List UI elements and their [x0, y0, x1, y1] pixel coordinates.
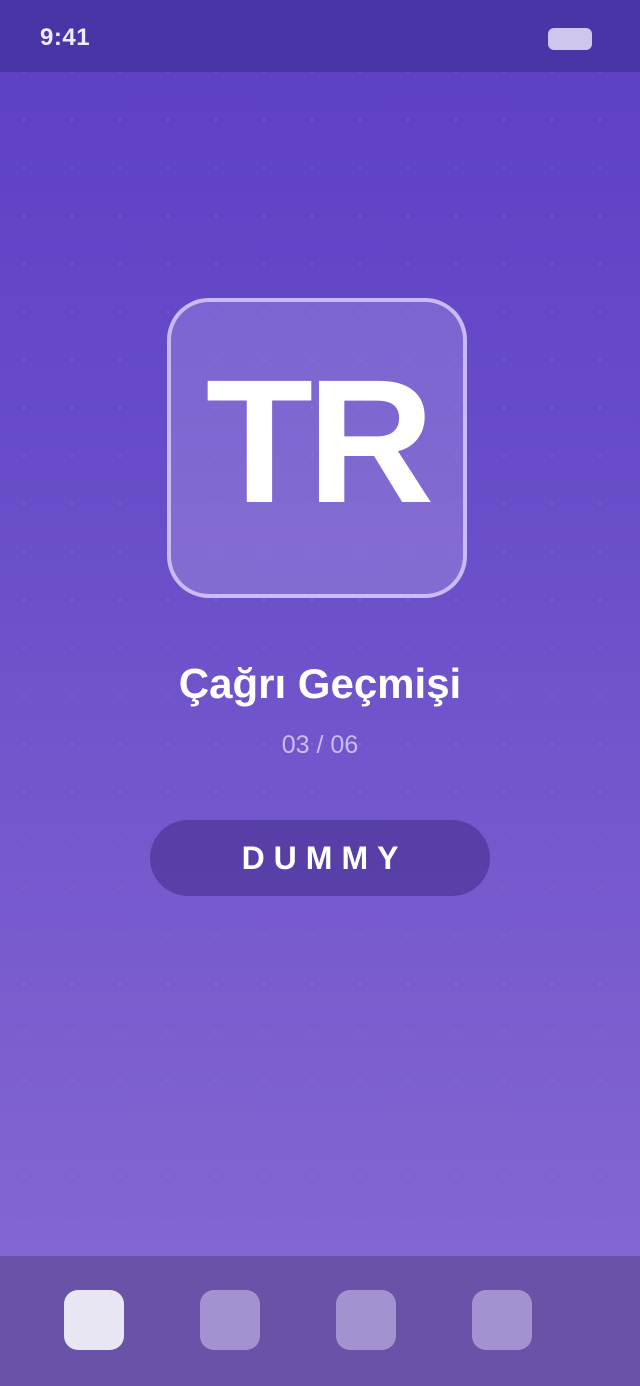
page-title: Çağrı Geçmişi	[178, 660, 462, 707]
status-bar: 9:41	[0, 0, 640, 72]
tab-4-icon[interactable]	[472, 1290, 532, 1350]
category-tile: TR	[167, 298, 467, 598]
tile-text: TR	[205, 344, 435, 540]
page-counter: 03 / 06	[281, 731, 359, 759]
dummy-button[interactable]: DUMMY	[150, 820, 490, 896]
tab-3-icon[interactable]	[336, 1290, 396, 1350]
dummy-button-label: DUMMY	[241, 840, 408, 876]
tab-1-icon[interactable]	[64, 1290, 124, 1350]
tab-2-icon[interactable]	[200, 1290, 260, 1350]
tab-bar	[0, 1256, 640, 1386]
status-time: 9:41	[40, 24, 91, 51]
battery-icon	[548, 28, 592, 50]
